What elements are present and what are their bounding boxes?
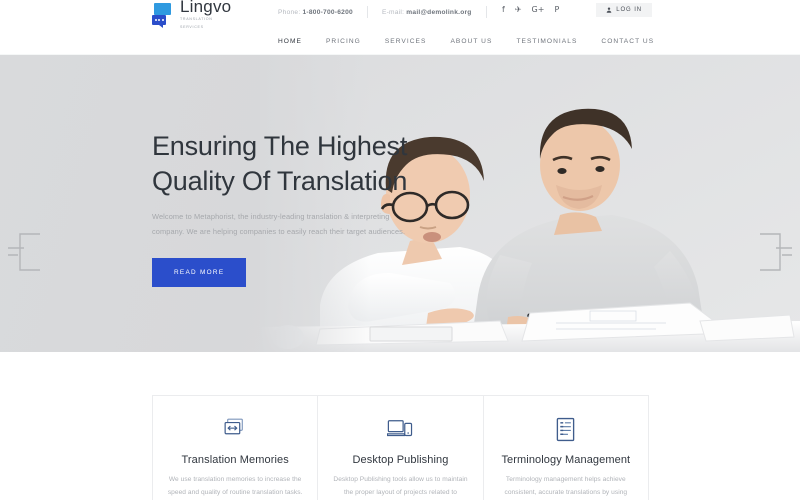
main-navigation: HOME PRICING SERVICES ABOUT US TESTIMONI… — [0, 28, 800, 54]
bracket-arrow-right-icon — [758, 231, 792, 273]
contact-info: Phone: 1-800-700-6200 E-mail: mail@demol… — [278, 6, 501, 18]
nav-item-services[interactable]: SERVICES — [385, 38, 427, 45]
features-section: Translation Memories We use translation … — [0, 352, 800, 500]
feature-card-description: Desktop Publishing tools allow us to mai… — [333, 476, 468, 496]
speech-bubbles-icon — [152, 1, 174, 28]
read-more-button[interactable]: READ MORE — [152, 257, 247, 287]
login-button[interactable]: LOG IN — [596, 3, 652, 17]
feature-card-translation-memories[interactable]: Translation Memories We use translation … — [152, 395, 319, 500]
logo-tagline-line1: TRANSLATION — [180, 17, 213, 22]
phone-label: Phone: — [278, 8, 301, 16]
logo-name: Lingvo — [180, 0, 232, 17]
hero-content: Ensuring The Highest Quality Of Translat… — [152, 129, 422, 287]
facebook-icon[interactable]: f — [502, 6, 505, 14]
login-button-label: LOG IN — [616, 7, 642, 13]
divider — [485, 6, 487, 18]
logo-tagline-line2: SERVICES — [180, 24, 204, 29]
top-bar: Lingvo TRANSLATION SERVICES Phone: 1-800… — [0, 0, 800, 30]
site-logo[interactable]: Lingvo TRANSLATION SERVICES — [152, 0, 231, 30]
twitter-icon[interactable]: ✈ — [515, 6, 522, 14]
hero-section: Ensuring The Highest Quality Of Translat… — [0, 55, 800, 352]
social-links: f ✈ G+ P — [502, 6, 559, 14]
feature-card-title: Translation Memories — [181, 454, 289, 466]
nav-item-contact-us[interactable]: CONTACT US — [601, 38, 654, 45]
email-label: E-mail: — [381, 8, 405, 16]
nav-item-testimonials[interactable]: TESTIMONIALS — [516, 38, 577, 45]
nav-item-about-us[interactable]: ABOUT US — [450, 38, 492, 45]
feature-card-description: We use translation memories to increase … — [167, 476, 303, 496]
desktop-publishing-icon — [332, 414, 468, 444]
google-plus-icon[interactable]: G+ — [532, 6, 545, 14]
feature-card-description: Terminology management helps achieve con… — [504, 476, 628, 496]
hero-heading: Ensuring The Highest Quality Of Translat… — [152, 129, 422, 198]
bracket-arrow-left-icon — [8, 231, 42, 273]
nav-item-home[interactable]: HOME — [278, 38, 302, 45]
feature-card-title: Terminology Management — [501, 454, 631, 466]
email-value[interactable]: mail@demolink.org — [406, 9, 471, 16]
divider — [366, 6, 368, 18]
phone-value[interactable]: 1-800-700-6200 — [303, 9, 353, 16]
pinterest-icon[interactable]: P — [554, 6, 559, 14]
feature-card-title: Desktop Publishing — [352, 454, 449, 466]
user-icon — [606, 7, 612, 13]
nav-item-pricing[interactable]: PRICING — [326, 38, 361, 45]
hero-heading-line2: Quality Of Translation — [152, 165, 408, 196]
terminology-management-icon — [498, 414, 634, 444]
hero-paragraph: Welcome to Metaphorist, the industry-lea… — [152, 212, 406, 236]
feature-card-desktop-publishing[interactable]: Desktop Publishing Desktop Publishing to… — [317, 395, 484, 500]
translation-memories-icon — [167, 414, 303, 444]
feature-card-terminology-management[interactable]: Terminology Management Terminology manag… — [482, 395, 649, 500]
hero-heading-line1: Ensuring The Highest — [152, 131, 408, 161]
